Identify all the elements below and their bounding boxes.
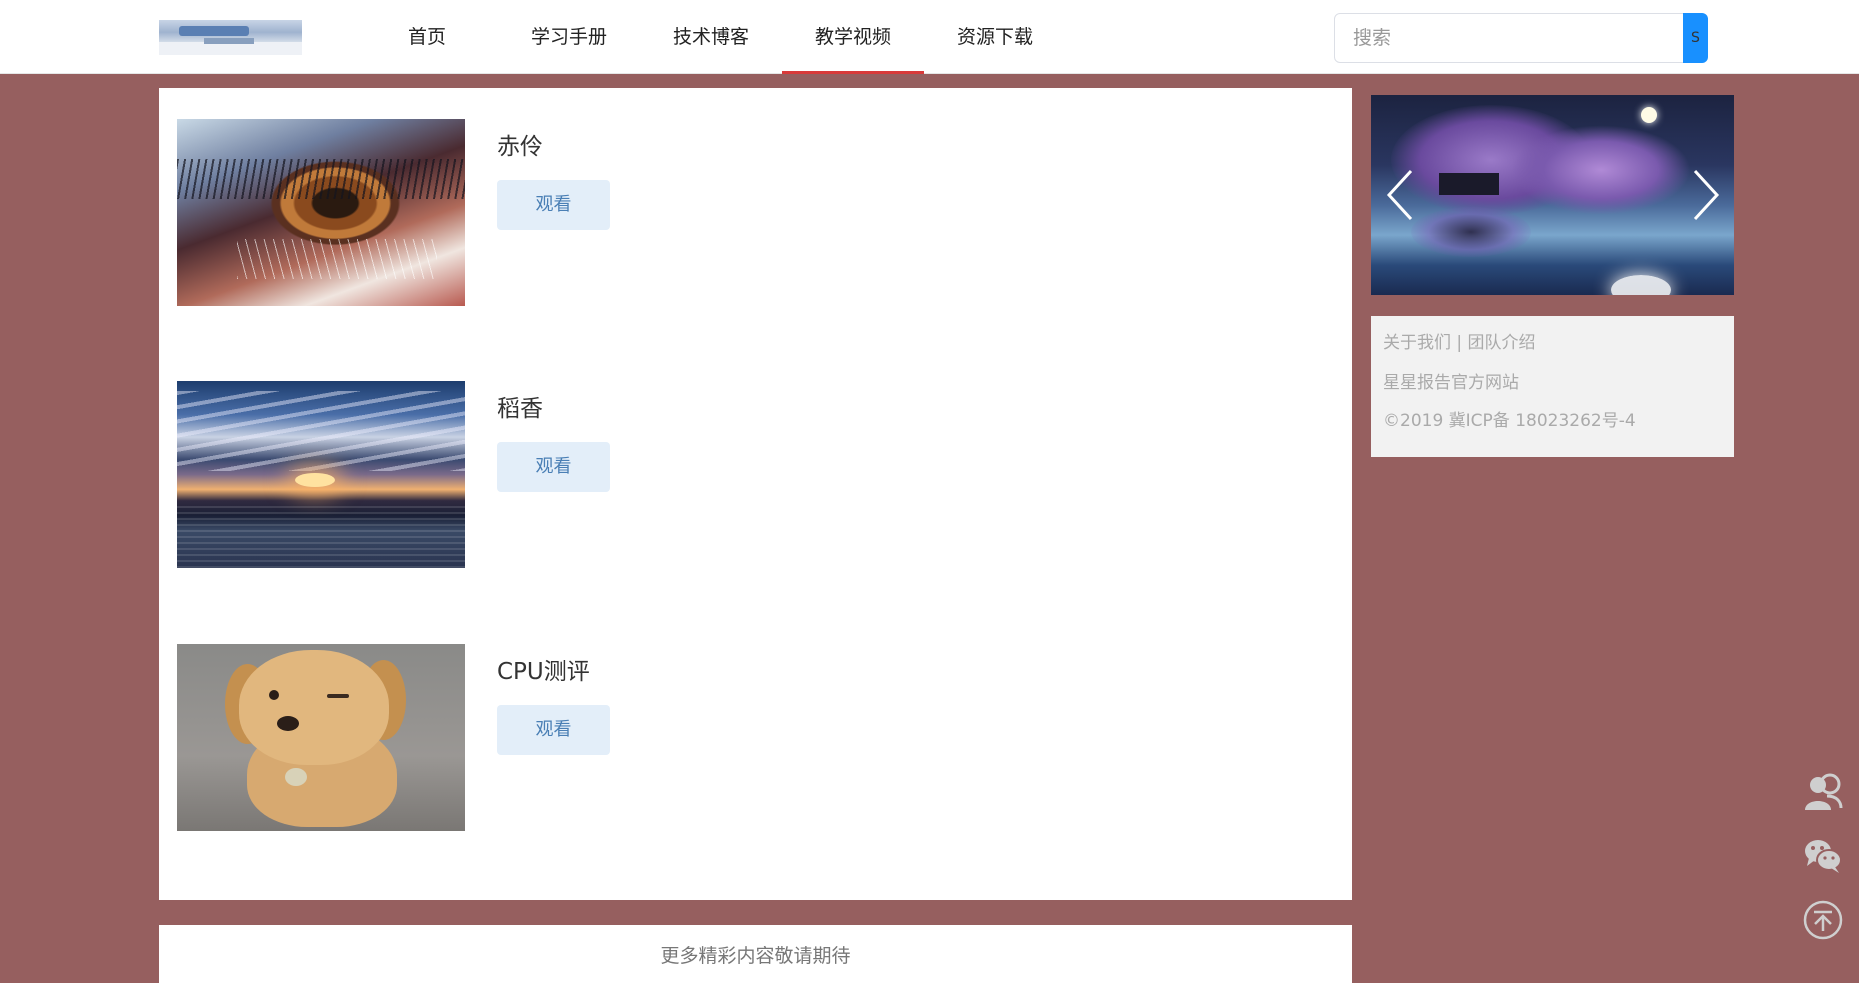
back-to-top-icon[interactable] xyxy=(1803,900,1843,940)
nav-item-home[interactable]: 首页 xyxy=(356,0,498,74)
official-site-link[interactable]: 星星报告官方网站 xyxy=(1383,368,1722,398)
watch-button[interactable]: 观看 xyxy=(497,705,610,755)
search-input[interactable] xyxy=(1335,14,1681,62)
team-intro-link[interactable]: 团队介绍 xyxy=(1468,333,1536,353)
search-box: S xyxy=(1334,13,1708,63)
video-item: 稻香 观看 xyxy=(177,381,1337,569)
carousel-prev-icon[interactable] xyxy=(1381,165,1421,225)
video-title[interactable]: CPU测评 xyxy=(497,652,590,686)
nav-item-tech-blog[interactable]: 技术博客 xyxy=(640,0,782,74)
sidebar-carousel[interactable] xyxy=(1371,95,1734,295)
video-item: 赤伶 观看 xyxy=(177,119,1337,307)
top-header: 首页 学习手册 技术博客 教学视频 资源下载 S xyxy=(0,0,1859,74)
about-us-link[interactable]: 关于我们 xyxy=(1383,333,1451,353)
watch-button[interactable]: 观看 xyxy=(497,180,610,230)
search-button[interactable]: S xyxy=(1683,13,1708,63)
video-title[interactable]: 赤伶 xyxy=(497,127,543,161)
carousel-next-icon[interactable] xyxy=(1685,165,1725,225)
main-nav: 首页 学习手册 技术博客 教学视频 资源下载 xyxy=(356,0,1066,74)
nav-item-teaching-videos[interactable]: 教学视频 xyxy=(782,0,924,74)
video-thumbnail-puppy[interactable] xyxy=(177,644,465,831)
customer-service-icon[interactable] xyxy=(1803,772,1843,812)
copyright-text: ©2019 冀ICP备 18023262号-4 xyxy=(1383,411,1636,431)
sidebar-footer: 关于我们 | 团队介绍 星星报告官方网站 ©2019 冀ICP备 1802326… xyxy=(1371,316,1734,457)
footer-links: 关于我们 | 团队介绍 xyxy=(1383,328,1722,358)
footer-separator: | xyxy=(1451,333,1468,353)
wechat-icon[interactable] xyxy=(1803,836,1843,876)
site-logo[interactable] xyxy=(159,20,302,55)
video-title[interactable]: 稻香 xyxy=(497,389,543,423)
video-thumbnail-sunset[interactable] xyxy=(177,381,465,568)
nav-item-resource-download[interactable]: 资源下载 xyxy=(924,0,1066,74)
video-list: 赤伶 观看 稻香 观看 CPU测评 观看 xyxy=(159,88,1352,900)
nav-item-study-manual[interactable]: 学习手册 xyxy=(498,0,640,74)
video-thumbnail-eye[interactable] xyxy=(177,119,465,306)
more-content-notice: 更多精彩内容敬请期待 xyxy=(159,925,1352,983)
video-item: CPU测评 观看 xyxy=(177,644,1337,832)
watch-button[interactable]: 观看 xyxy=(497,442,610,492)
